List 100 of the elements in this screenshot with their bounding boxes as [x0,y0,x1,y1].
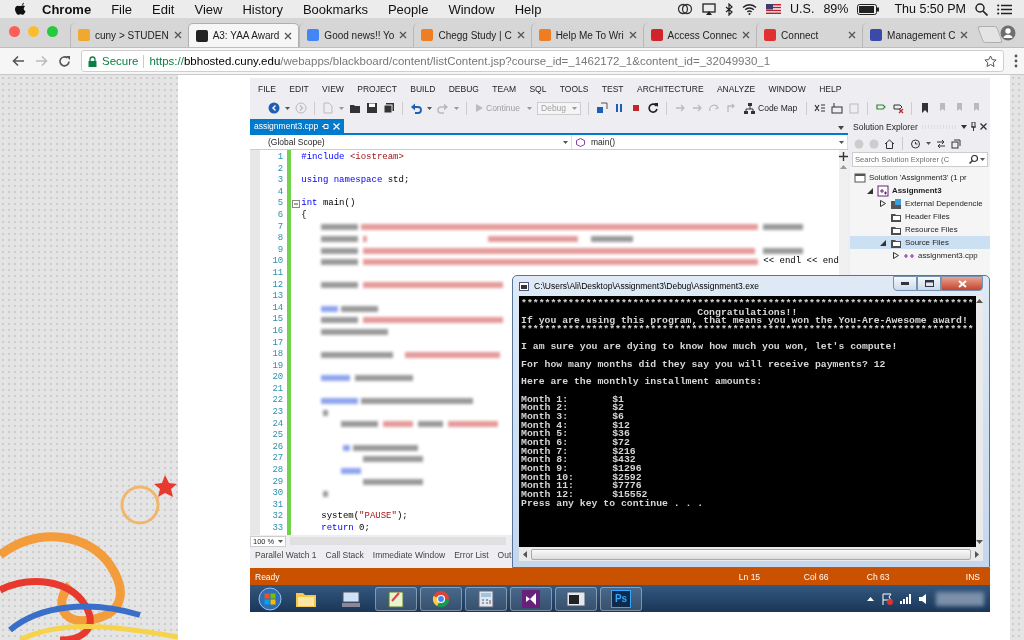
browser-tab[interactable]: Connect [756,23,863,47]
collapsed-arrow-icon[interactable] [879,200,886,207]
more-menu-icon[interactable] [1014,54,1018,68]
bluetooth-icon[interactable] [725,2,734,16]
close-icon[interactable] [173,31,182,39]
pin-icon[interactable] [970,122,977,131]
close-icon[interactable] [628,31,637,39]
show-hidden-icons-icon[interactable] [867,596,874,601]
close-icon[interactable] [960,31,969,39]
menu-item[interactable]: Bookmarks [302,1,368,17]
console-window-icon[interactable] [566,590,586,607]
list-icon[interactable] [997,3,1012,15]
menu-item[interactable]: TOOLS [559,84,589,94]
browser-tab[interactable]: cuny > STUDEN [70,23,188,47]
tool-window-tab[interactable]: Call Stack [325,550,364,560]
close-icon[interactable] [399,31,408,39]
menu-item[interactable]: SQL [529,84,547,94]
menu-item[interactable]: HELP [819,84,842,94]
save-all-icon[interactable] [383,102,395,114]
menu-item[interactable]: PROJECT [357,84,397,94]
member-dropdown[interactable]: main() [572,135,848,149]
back-icon[interactable] [12,55,25,67]
flag-warning-icon[interactable] [881,592,893,605]
app-menu[interactable]: Chrome [42,1,92,17]
collapsed-arrow-icon[interactable] [892,252,899,259]
menu-item[interactable]: ANALYZE [716,84,756,94]
uncomment-icon[interactable] [892,102,905,114]
process-icon[interactable] [596,102,609,114]
scroll-down-icon[interactable] [975,540,983,544]
home-icon[interactable] [884,138,895,149]
tool-window-tab[interactable]: Error List [454,550,489,560]
close-icon[interactable] [980,123,987,130]
tab-list-dropdown-icon[interactable] [838,126,844,130]
browser-tab[interactable]: Management C [862,23,975,47]
close-button[interactable] [941,276,983,291]
address-bar[interactable]: Secure https://bbhosted.cuny.edu/webapps/blackboard/content/listContent.jsp?course_id=_1462172_1&content_id=_32049930_1 [81,50,1004,72]
layout-icon[interactable] [831,102,844,114]
close-icon[interactable] [284,31,293,40]
menu-item[interactable]: Help [514,1,542,17]
save-icon[interactable] [366,102,378,114]
menu-item[interactable]: VIEW [322,84,344,94]
close-icon[interactable] [742,31,751,39]
menu-item[interactable]: TEAM [492,84,516,94]
apple-logo-icon[interactable] [14,2,26,16]
menu-item[interactable]: ARCHITECTURE [636,84,704,94]
speaker-icon[interactable] [919,593,929,604]
browser-tab[interactable]: Good news!! Yo [299,23,414,47]
open-folder-icon[interactable] [349,102,361,114]
airplay-icon[interactable] [702,3,717,15]
undo-icon[interactable] [410,102,422,114]
split-icon[interactable] [838,152,848,161]
tool-window-tab[interactable]: Immediate Window [372,550,446,560]
clock[interactable]: Thu 5:50 PM [894,2,966,16]
code-map-button[interactable]: Code Map [742,101,800,115]
search-icon[interactable] [975,2,988,16]
menu-item[interactable]: WINDOW [768,84,806,94]
start-button-icon[interactable] [258,586,282,611]
maximize-button[interactable] [917,276,941,291]
sync-icon[interactable] [936,138,946,149]
scroll-right-icon[interactable] [975,550,979,558]
browser-tab[interactable]: Chegg Study | C [413,23,531,47]
reload-icon[interactable] [58,54,71,68]
scroll-up-icon[interactable] [975,299,983,303]
scrollbar-thumb[interactable] [531,548,971,560]
minimize-button[interactable] [893,276,917,291]
new-tab-button[interactable] [977,26,1004,43]
browser-tab[interactable]: Help Me To Wri [530,23,643,47]
toggle-icon[interactable] [814,102,827,114]
close-icon[interactable] [848,31,857,39]
notepad-icon[interactable] [387,589,405,608]
scope-dropdown[interactable]: (Global Scope) [250,135,572,149]
restart-icon[interactable] [647,102,660,114]
menu-item[interactable]: People [387,1,429,17]
collapse-icon[interactable] [291,200,300,209]
menu-item[interactable]: File [111,1,133,17]
back-icon[interactable] [268,102,280,114]
menu-item[interactable]: Edit [152,1,175,17]
menu-item[interactable]: Window [448,1,495,17]
tool-window-tab[interactable]: Out [497,550,512,560]
computer-icon[interactable] [340,589,362,608]
menu-item[interactable]: TEST [601,84,624,94]
signal-bars-icon[interactable] [900,593,912,604]
expanded-arrow-icon[interactable] [879,239,886,246]
wifi-icon[interactable] [742,3,758,15]
clock-icon[interactable] [910,138,921,149]
input-source-label[interactable]: U.S. [790,2,815,16]
collapse-all-icon[interactable] [951,138,961,149]
menu-item[interactable]: View [194,1,223,17]
panel-menu-icon[interactable] [961,124,967,129]
browser-tab[interactable]: Access Connec [642,23,757,47]
calculator-icon[interactable] [478,589,494,608]
taskbar-app-button[interactable]: Ps [600,586,642,611]
tool-window-tab[interactable]: Parallel Watch 1 [255,550,317,560]
menu-item[interactable]: FILE [258,84,276,94]
scroll-left-icon[interactable] [523,550,527,558]
expanded-arrow-icon[interactable] [866,187,873,194]
menu-item[interactable]: BUILD [410,84,436,94]
menu-item[interactable]: History [242,1,283,17]
menu-item[interactable]: DEBUG [448,84,479,94]
bookmark-star-icon[interactable] [984,54,997,68]
